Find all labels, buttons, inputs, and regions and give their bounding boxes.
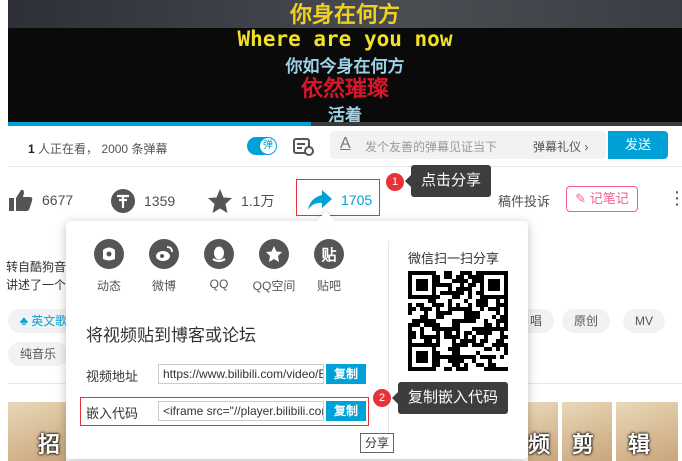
share-label: 动态 <box>96 279 121 293</box>
notes-label: 记笔记 <box>589 191 629 206</box>
notes-button[interactable]: ✎ 记笔记 <box>566 186 638 212</box>
step-callout: 复制嵌入代码 <box>391 382 509 414</box>
weibo-icon <box>149 239 179 269</box>
subtitle-line: 活着 <box>328 106 362 122</box>
share-count: 1705 <box>341 192 373 208</box>
qzone-icon <box>259 239 289 269</box>
copy-url-button[interactable]: 复制 <box>326 364 366 384</box>
share-button[interactable]: 1705 <box>307 188 372 212</box>
favorite-count: 1.1万 <box>241 193 275 209</box>
tieba-icon: 贴 <box>314 239 344 269</box>
watching-count: 1 <box>28 142 35 156</box>
coin-count: 1359 <box>144 193 176 209</box>
coin-icon <box>111 189 135 213</box>
embed-code-label: 嵌入代码 <box>86 406 139 421</box>
dynamic-icon <box>94 239 124 269</box>
text-style-icon[interactable]: A <box>340 135 351 153</box>
thumbnail[interactable]: 辑 <box>616 402 678 461</box>
thumbnail-text: 剪 <box>572 432 595 458</box>
thumbnail[interactable]: 频 <box>528 402 558 461</box>
watching-text: 人正在看， <box>38 142 99 156</box>
popup-divider <box>388 241 389 441</box>
embed-code-field[interactable]: <iframe src="//player.bilibili.com/playe… <box>158 401 324 421</box>
favorite-button[interactable]: 1.1万 <box>207 188 274 214</box>
coin-button[interactable]: 1359 <box>110 188 175 214</box>
tag-item[interactable]: 原创 <box>562 309 611 333</box>
description-line: 转自酷狗音 <box>6 260 67 274</box>
watching-info: 1 人正在看， 2000 条弹幕 <box>28 140 167 157</box>
thumbnail-text: 辑 <box>628 432 651 458</box>
share-label: 贴吧 <box>316 279 341 293</box>
like-count: 6677 <box>42 192 74 208</box>
video-player[interactable]: 你身在何方 Where are you now 你如今身在何方 依然璀璨 活着 <box>8 0 682 122</box>
subtitle-line: 你身在何方 <box>289 2 400 28</box>
video-url-field[interactable]: https://www.bilibili.com/video/BV <box>158 364 324 384</box>
thumbnail-text: 频 <box>528 432 551 458</box>
notes-icon: ✎ <box>575 191 587 206</box>
share-qq-button[interactable]: QQ <box>194 239 244 291</box>
share-dynamic-button[interactable]: 动态 <box>84 239 134 294</box>
share-tooltip: 分享 <box>360 433 395 453</box>
danmaku-toggle-label: 弹 <box>260 138 276 154</box>
share-weibo-button[interactable]: 微博 <box>139 239 189 294</box>
danmaku-input[interactable]: A 发个友善的弹幕见证当下 弹幕礼仪 › <box>330 131 606 159</box>
danmaku-etiquette-link[interactable]: 弹幕礼仪 › <box>533 138 588 155</box>
step-badge: 2 <box>372 388 392 408</box>
share-popup: 动态 微博 QQ QQ空间 贴 贴吧 将视频贴到博客或论坛 视频地址 https… <box>66 211 528 459</box>
thumbnail[interactable]: 剪 <box>562 402 612 461</box>
danmaku-settings-icon[interactable] <box>293 137 315 157</box>
video-url-label: 视频地址 <box>86 369 139 384</box>
share-label: QQ空间 <box>252 279 296 293</box>
step-callout: 点击分享 <box>404 165 492 197</box>
qq-icon <box>204 239 234 269</box>
share-icon <box>308 190 332 210</box>
thumbnail-text: 招 <box>38 432 61 458</box>
share-label: 微博 <box>151 279 176 293</box>
star-icon <box>208 189 232 213</box>
share-qzone-button[interactable]: QQ空间 <box>249 239 299 294</box>
more-icon[interactable]: ⋮ <box>668 188 682 208</box>
qr-code <box>408 271 508 371</box>
danmaku-toggle[interactable]: 弹 <box>247 137 277 155</box>
copy-embed-button[interactable]: 复制 <box>326 401 366 421</box>
like-button[interactable]: 6677 <box>8 188 73 212</box>
danmaku-count: 2000 <box>101 142 129 156</box>
subtitle-line: Where are you now <box>237 27 453 51</box>
like-icon <box>9 189 33 211</box>
danmaku-count-text: 条弹幕 <box>131 142 168 156</box>
appeal-link[interactable]: 稿件投诉 <box>498 191 550 210</box>
subtitle-line: 依然璀璨 <box>300 76 389 102</box>
tag-item[interactable]: MV <box>623 309 665 333</box>
thumbnail[interactable]: 招 <box>8 402 66 461</box>
share-label: QQ <box>209 277 229 291</box>
share-tieba-button[interactable]: 贴 贴吧 <box>304 239 354 294</box>
step-badge: 1 <box>385 172 405 192</box>
tag-icon: ♣ <box>20 314 28 328</box>
description-line: 讲述了一个 <box>6 278 67 292</box>
embed-section-title: 将视频贴到博客或论坛 <box>86 326 256 345</box>
wechat-share-text: 微信扫一扫分享 <box>408 251 500 266</box>
send-button[interactable]: 发送 <box>608 131 668 159</box>
tag-item[interactable]: 纯音乐 <box>8 342 69 366</box>
tag-label: 英文歌 <box>31 314 68 328</box>
danmaku-placeholder: 发个友善的弹幕见证当下 <box>365 140 498 154</box>
